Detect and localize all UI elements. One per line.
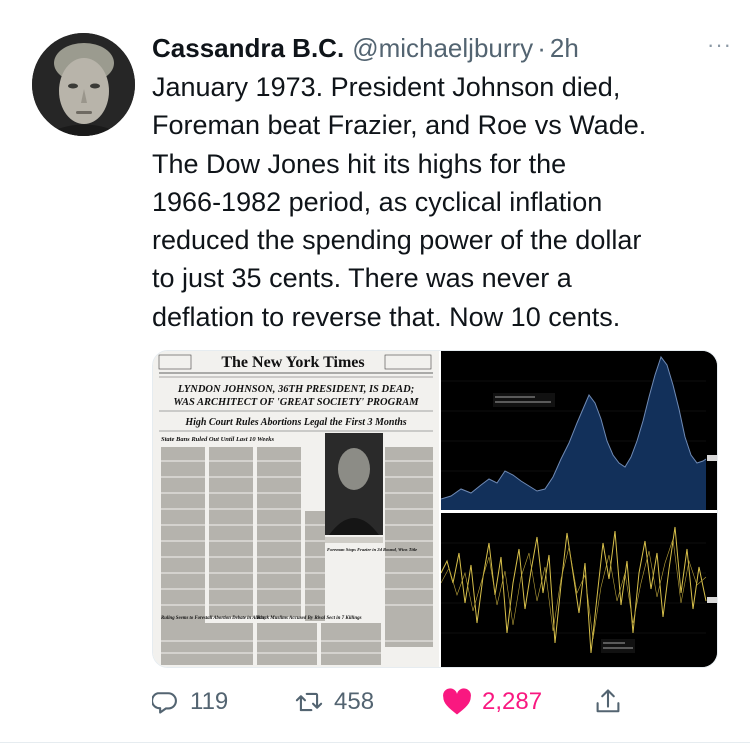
tweet-text-line: The Dow Jones hit its highs for the (152, 148, 567, 179)
newspaper-bottom-left-head: Ruling Seems to Forestall Abortion Debat… (161, 616, 267, 621)
retweet-button[interactable]: 458 (294, 680, 374, 724)
more-options-icon[interactable]: ··· (707, 32, 732, 58)
display-name[interactable]: Cassandra B.C. (152, 33, 344, 64)
newspaper-masthead: The New York Times (221, 354, 364, 371)
tweet-actions: 119 458 2,287 (152, 680, 732, 724)
tweet-text-line: reduced the spending power of the dollar (152, 225, 642, 256)
reply-button[interactable]: 119 (152, 680, 228, 724)
tweet-text-line: January 1973. President Johnson died, (152, 72, 621, 102)
separator-dot: · (537, 32, 546, 63)
avatar-photo (32, 33, 135, 136)
like-count: 2,287 (482, 688, 543, 715)
tweet-text: January 1973. President Johnson died, Fo… (152, 68, 732, 336)
tweet-header: Cassandra B.C. @michaeljburry · 2h ··· (152, 30, 732, 66)
newspaper-headline-1: LYNDON JOHNSON, 36TH PRESIDENT, IS DEAD; (177, 384, 414, 395)
user-handle[interactable]: @michaeljburry (352, 33, 533, 64)
newspaper-headline-2: WAS ARCHITECT OF 'GREAT SOCIETY' PROGRAM (173, 397, 419, 408)
newspaper-bottom-mid-head: Black Muslims Accused By Rival Sect in 7… (256, 616, 362, 621)
retweet-icon (294, 688, 324, 716)
dow-jones-chart-image[interactable] (440, 351, 717, 510)
newspaper-photo-caption: Foreman Stops Frazier in 2d Round, Wins … (327, 547, 417, 552)
like-button[interactable]: 2,287 (442, 680, 542, 724)
reply-icon (152, 688, 180, 716)
tweet-text-line: 1966-1982 period, as cyclical inflation (152, 186, 603, 217)
tweet-text-line: Foreman beat Frazier, and Roe vs Wade. (152, 110, 647, 141)
share-icon (594, 687, 622, 717)
divider (0, 742, 750, 743)
heart-icon (442, 688, 472, 716)
inflation-chart-image[interactable] (440, 513, 717, 667)
newspaper-image[interactable]: The New York Times LYNDON JOHNSON, 36TH … (153, 351, 439, 667)
tweet-media-grid: The New York Times LYNDON JOHNSON, 36TH … (152, 350, 718, 668)
newspaper-subheadline: High Court Rules Abortions Legal the Fir… (184, 417, 406, 428)
newspaper-left-column-head: State Bans Ruled Out Until Last 10 Weeks (161, 436, 274, 443)
tweet-text-line: deflation to reverse that. Now 10 cents. (152, 301, 621, 332)
share-button[interactable] (594, 680, 622, 724)
avatar[interactable] (32, 33, 135, 136)
tweet-text-line: to just 35 cents. There was never a (152, 263, 572, 294)
reply-count: 119 (190, 688, 229, 715)
retweet-count: 458 (334, 688, 375, 715)
timestamp[interactable]: 2h (550, 33, 579, 64)
